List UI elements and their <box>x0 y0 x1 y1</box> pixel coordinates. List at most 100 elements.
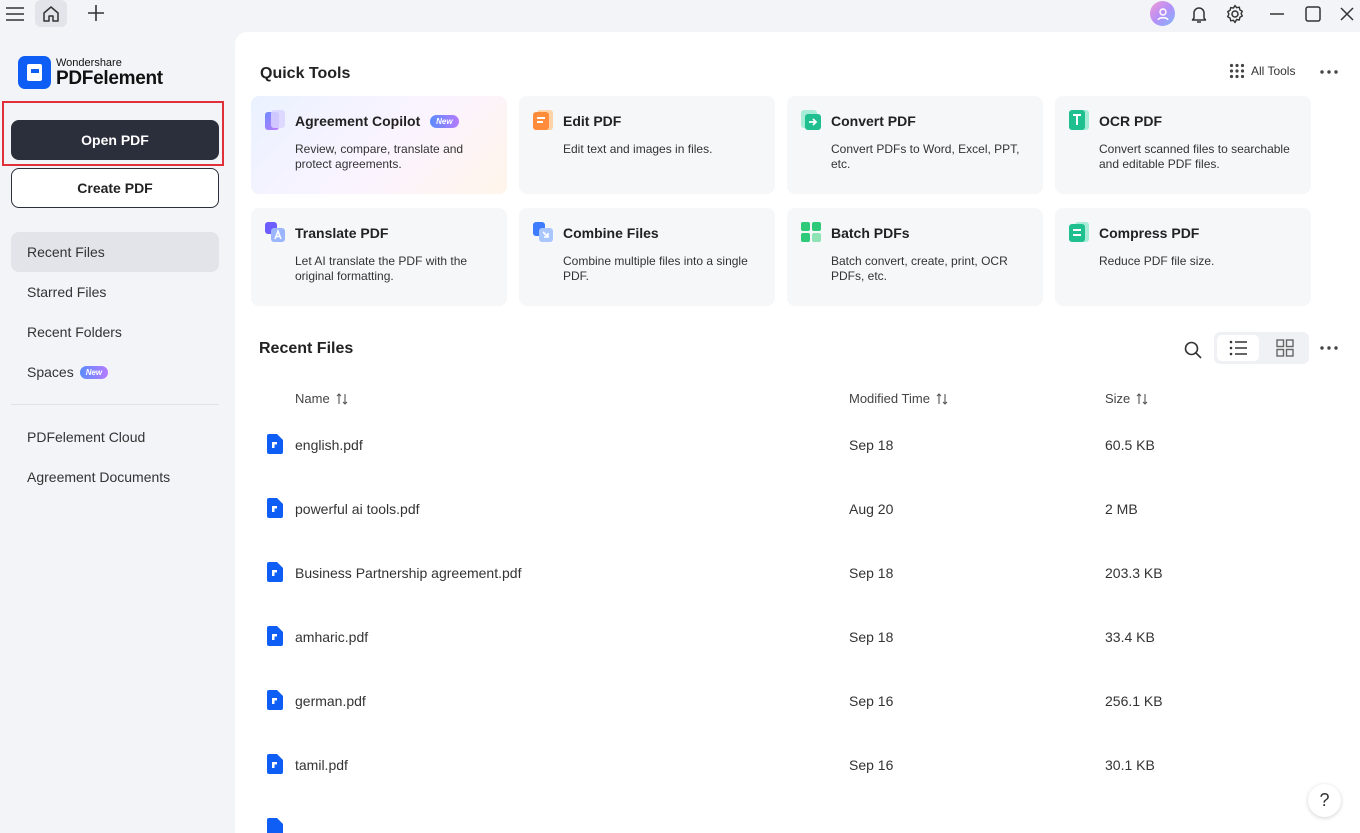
card-description: Combine multiple files into a single PDF… <box>563 254 748 283</box>
card-description: Batch convert, create, print, OCR PDFs, … <box>831 254 1008 283</box>
file-name: Business Partnership agreement.pdf <box>295 565 522 581</box>
new-badge: New <box>79 365 109 379</box>
tool-card-edit-pdf[interactable]: Edit PDF Edit text and images in files. <box>519 96 775 194</box>
pdfelement-logo-icon <box>18 56 51 89</box>
edit-pdf-icon <box>533 110 553 130</box>
home-icon <box>43 5 59 22</box>
file-name: powerful ai tools.pdf <box>295 501 420 517</box>
sidebar-item-label: PDFelement Cloud <box>27 429 146 445</box>
column-header-size[interactable]: Size <box>1105 391 1148 406</box>
card-description: Convert PDFs to Word, Excel, PPT, etc. <box>831 142 1020 171</box>
sidebar-item-label: Starred Files <box>27 284 107 300</box>
view-mode-toggle <box>1214 332 1309 364</box>
tool-card-convert-pdf[interactable]: Convert PDF Convert PDFs to Word, Excel,… <box>787 96 1043 194</box>
title-bar <box>0 0 1360 32</box>
pdf-file-icon <box>267 818 283 833</box>
sidebar-item-spaces[interactable]: Spaces New <box>11 352 219 392</box>
search-icon[interactable] <box>1180 337 1206 363</box>
tool-card-translate-pdf[interactable]: Translate PDF Let AI translate the PDF w… <box>251 208 507 306</box>
grid-dots-icon <box>1229 63 1245 79</box>
card-description: Let AI translate the PDF with the origin… <box>295 254 468 283</box>
file-size: 33.4 KB <box>1105 629 1155 645</box>
file-modified-time: Sep 16 <box>849 757 894 773</box>
table-row-partial[interactable] <box>255 818 1335 833</box>
home-tab[interactable] <box>35 0 67 27</box>
tool-card-agreement-copilot[interactable]: Agreement Copilot New Review, compare, t… <box>251 96 507 194</box>
file-modified-time: Sep 18 <box>849 437 894 453</box>
column-header-name[interactable]: Name <box>295 391 348 406</box>
tool-card-ocr-pdf[interactable]: OCR PDF Convert scanned files to searcha… <box>1055 96 1311 194</box>
pdf-file-icon <box>267 754 283 774</box>
list-view-button[interactable] <box>1217 335 1259 361</box>
brand-product: PDFelement <box>56 67 163 89</box>
create-pdf-button[interactable]: Create PDF <box>11 168 219 208</box>
table-row[interactable]: amharic.pdf Sep 18 33.4 KB <box>255 626 1335 690</box>
tool-card-batch-pdfs[interactable]: Batch PDFs Batch convert, create, print,… <box>787 208 1043 306</box>
maximize-icon <box>1305 6 1321 22</box>
sidebar-item-starred-files[interactable]: Starred Files <box>11 272 219 312</box>
new-tab-button[interactable] <box>82 0 110 26</box>
recent-files-more-icon[interactable] <box>1317 338 1341 358</box>
card-description: Edit text and images in files. <box>563 142 713 156</box>
sidebar-item-agreement-documents[interactable]: Agreement Documents <box>11 457 219 497</box>
help-button[interactable]: ? <box>1308 784 1341 817</box>
file-name: tamil.pdf <box>295 757 348 773</box>
sidebar-item-recent-files[interactable]: Recent Files <box>11 232 219 272</box>
file-size: 2 MB <box>1105 501 1138 517</box>
minimize-button[interactable] <box>1264 1 1290 27</box>
file-size: 256.1 KB <box>1105 693 1163 709</box>
main-content: Quick Tools All Tools Agreement Copilot … <box>235 32 1360 833</box>
card-description: Reduce PDF file size. <box>1099 254 1215 268</box>
tool-card-compress-pdf[interactable]: Compress PDF Reduce PDF file size. <box>1055 208 1311 306</box>
ocr-pdf-icon <box>1069 110 1089 130</box>
app-logo: Wondershare PDFelement <box>18 56 163 89</box>
convert-pdf-icon <box>801 110 821 130</box>
file-modified-time: Sep 18 <box>849 565 894 581</box>
card-title: Agreement Copilot New <box>295 113 459 129</box>
sidebar-item-label: Spaces <box>27 364 74 380</box>
sidebar-item-recent-folders[interactable]: Recent Folders <box>11 312 219 352</box>
file-name: english.pdf <box>295 437 363 453</box>
combine-files-icon <box>533 222 553 242</box>
all-tools-label: All Tools <box>1251 64 1296 78</box>
column-header-modified-time[interactable]: Modified Time <box>849 391 948 406</box>
card-title: Edit PDF <box>563 113 622 129</box>
sidebar-item-label: Recent Folders <box>27 324 122 340</box>
grid-view-button[interactable] <box>1264 335 1306 361</box>
card-description: Review, compare, translate and protect a… <box>295 142 464 171</box>
agreement-copilot-icon <box>265 110 285 130</box>
sidebar-item-label: Agreement Documents <box>27 469 171 485</box>
avatar[interactable] <box>1150 1 1175 26</box>
card-title: Batch PDFs <box>831 225 910 241</box>
file-modified-time: Sep 18 <box>849 629 894 645</box>
table-row[interactable]: powerful ai tools.pdf Aug 20 2 MB <box>255 498 1335 562</box>
table-row[interactable]: german.pdf Sep 16 256.1 KB <box>255 690 1335 754</box>
file-size: 60.5 KB <box>1105 437 1155 453</box>
quick-tools-title: Quick Tools <box>260 65 351 82</box>
tool-card-combine-files[interactable]: Combine Files Combine multiple files int… <box>519 208 775 306</box>
recent-files-title: Recent Files <box>259 340 354 357</box>
close-button[interactable] <box>1334 1 1360 27</box>
file-modified-time: Aug 20 <box>849 501 894 517</box>
sidebar-item-pdfelement-cloud[interactable]: PDFelement Cloud <box>11 417 219 457</box>
table-row[interactable]: tamil.pdf Sep 16 30.1 KB <box>255 754 1335 818</box>
all-tools-button[interactable]: All Tools <box>1229 63 1295 79</box>
file-size: 30.1 KB <box>1105 757 1155 773</box>
notification-bell-icon[interactable] <box>1186 1 1212 27</box>
card-title: Combine Files <box>563 225 659 241</box>
sidebar-item-label: Recent Files <box>27 244 105 260</box>
settings-gear-icon[interactable] <box>1222 1 1248 27</box>
table-row[interactable]: Business Partnership agreement.pdf Sep 1… <box>255 562 1335 626</box>
new-badge: New <box>430 115 459 128</box>
maximize-button[interactable] <box>1300 1 1326 27</box>
list-icon <box>1229 340 1247 356</box>
card-title: Translate PDF <box>295 225 389 241</box>
open-pdf-button[interactable]: Open PDF <box>11 120 219 160</box>
menu-icon[interactable] <box>2 2 28 26</box>
quick-tools-more-icon[interactable] <box>1317 62 1341 82</box>
card-title: Convert PDF <box>831 113 916 129</box>
table-row[interactable]: english.pdf Sep 18 60.5 KB <box>255 434 1335 498</box>
file-name: amharic.pdf <box>295 629 369 645</box>
sort-icon <box>1136 392 1148 405</box>
file-size: 203.3 KB <box>1105 565 1163 581</box>
